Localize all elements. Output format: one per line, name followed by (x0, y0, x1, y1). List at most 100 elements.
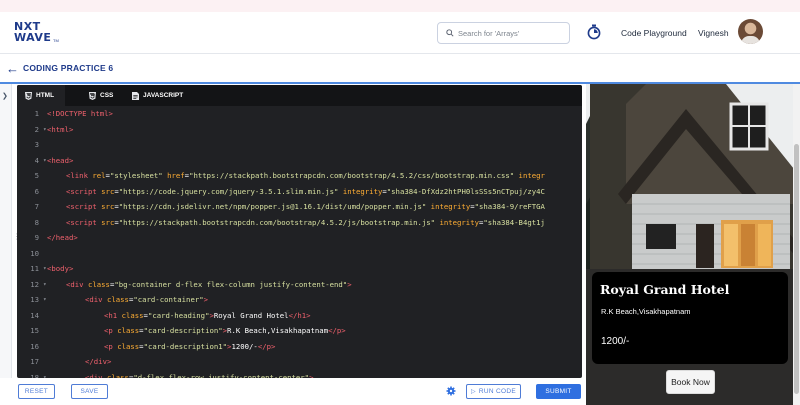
resize-handle-right[interactable]: ⋮ (583, 233, 591, 249)
code-token: "card-description" (143, 326, 223, 335)
reset-button[interactable]: RESET (18, 384, 55, 399)
line-number: 11 (30, 264, 39, 273)
save-button[interactable]: SAVE (71, 384, 108, 399)
code-line[interactable]: 14 <h1 class="card-heading">Royal Grand H… (17, 308, 582, 324)
line-number: 7 (34, 202, 39, 211)
code-area[interactable]: 1 <!DOCTYPE html> 2 ▾ <html> 3 4 ▾ <head> 5 <link … (17, 106, 582, 378)
code-token: > (203, 295, 209, 304)
code-line[interactable]: 16 <p class="card-description1">1200/-</p… (17, 339, 582, 355)
code-token: 1200/- (231, 341, 258, 351)
code-line[interactable]: 1 <!DOCTYPE html> (17, 106, 582, 122)
code-line[interactable]: 6 <script src="https://code.jquery.com/jq… (17, 184, 582, 200)
card-description: R.K Beach,Visakhapatnam (601, 307, 691, 316)
code-line[interactable]: 7 <script src="https://cdn.jsdelivr.net/n… (17, 199, 582, 215)
line-number: 13 (30, 295, 39, 304)
code-line[interactable]: 9 </head> (17, 230, 582, 246)
preview-scrollbar[interactable] (793, 84, 800, 405)
chevron-right-icon[interactable]: ❯ (2, 92, 8, 100)
line-number: 9 (34, 233, 39, 242)
avatar[interactable] (738, 19, 763, 44)
search-icon (446, 29, 454, 37)
tab-html[interactable]: HTML (17, 85, 65, 106)
code-token: href (167, 171, 185, 180)
logo-line2: WAVE (14, 31, 52, 44)
code-line[interactable]: 13 ▾ <div class="card-container"> (17, 292, 582, 308)
code-line[interactable]: 5 <link rel="stylesheet" href="https://st… (17, 168, 582, 184)
code-text: <p class="card-description1">1200/-</p> (104, 339, 275, 355)
code-token: <div (85, 295, 107, 304)
code-line[interactable]: 17 </div> (17, 354, 582, 370)
run-code-button[interactable]: ▷ RUN CODE (466, 384, 521, 399)
code-token: rel (92, 171, 106, 180)
book-now-button[interactable]: Book Now (666, 370, 715, 394)
fold-toggle-icon[interactable]: ▾ (43, 292, 47, 308)
tab-css[interactable]: CSS (81, 85, 121, 106)
code-text: <!DOCTYPE html> (47, 106, 113, 122)
line-number: 10 (30, 248, 39, 258)
line-number: 6 (34, 186, 39, 196)
code-token: <script (66, 217, 102, 227)
resize-handle-left[interactable]: ⋮ (13, 233, 21, 249)
code-token: </p> (328, 326, 346, 335)
javascript-file-icon (132, 91, 139, 100)
code-token: src (101, 202, 115, 211)
code-token: </div> (85, 357, 112, 366)
code-line[interactable]: 2 ▾ <html> (17, 122, 582, 138)
code-token: class (87, 279, 110, 289)
code-text: <div class="bg-container d-flex flex-col… (66, 277, 352, 293)
line-number: 16 (30, 341, 39, 351)
tab-html-label: HTML (36, 92, 55, 99)
code-token: class (117, 341, 140, 351)
code-text: <script src="https://code.jquery.com/jqu… (66, 184, 545, 200)
line-number: 17 (30, 357, 39, 366)
code-text: <p class="card-description">R.K Beach,Vi… (104, 323, 346, 339)
line-number: 1 (34, 109, 39, 118)
code-token: "sha384-DfXdz2htPH0lsSSs5nCTpuj/zy4C (386, 186, 545, 196)
preview-scrollbar-thumb[interactable] (794, 144, 799, 394)
search-box[interactable] (437, 22, 570, 44)
code-text: <script src="https://stackpath.bootstrap… (66, 215, 545, 231)
code-token: "sha384-B4gt1j (483, 217, 545, 227)
code-token: <script (66, 202, 102, 211)
code-line[interactable]: 15 <p class="card-description">R.K Beach,… (17, 323, 582, 339)
code-line[interactable]: 3 (17, 137, 582, 153)
code-token: Royal Grand Hotel (213, 310, 289, 320)
fold-toggle-icon[interactable]: ▾ (43, 370, 47, 379)
code-line[interactable]: 4 ▾ <head> (17, 153, 582, 169)
back-arrow-icon[interactable]: ← (6, 62, 19, 75)
code-line[interactable]: 10 (17, 246, 582, 262)
stopwatch-icon[interactable] (587, 24, 601, 40)
fold-toggle-icon[interactable]: ▾ (43, 277, 47, 293)
code-token: <!DOCTYPE html> (47, 109, 113, 118)
code-token: "bg-container d-flex flex-column justify… (114, 279, 348, 289)
top-navbar: NXT WAVE TM Code Playground Vignesh (0, 12, 800, 54)
code-token: <head> (47, 155, 74, 165)
run-code-label: RUN CODE (478, 388, 516, 395)
code-token: class (106, 295, 129, 304)
code-token: "sha384-9/reFTGA (474, 202, 545, 211)
tab-javascript[interactable]: JAVASCRIPT (124, 85, 188, 106)
code-playground-link[interactable]: Code Playground (621, 28, 687, 38)
play-icon: ▷ (471, 389, 476, 395)
code-text: <script src="https://cdn.jsdelivr.net/np… (66, 199, 545, 215)
card-heading: Royal Grand Hotel (600, 282, 730, 297)
line-number: 18 (30, 372, 39, 379)
line-number: 12 (30, 279, 39, 289)
user-name[interactable]: Vignesh (698, 28, 729, 38)
code-line[interactable]: 11 ▾ <body> (17, 261, 582, 277)
settings-gear-icon[interactable] (446, 386, 456, 396)
submit-button[interactable]: SUBMIT (536, 384, 581, 399)
code-token: src (101, 186, 115, 196)
editor-action-bar: RESET SAVE ▷ RUN CODE SUBMIT (0, 378, 586, 405)
code-token: "card-container" (133, 295, 204, 304)
breadcrumb: ← CODING PRACTICE 6 (0, 55, 800, 82)
code-editor: HTML CSS JAVASCRIPT 1 <!DOCTYPE html> 2 ▾ <h… (17, 85, 582, 378)
code-token: <p (104, 341, 118, 351)
nxtwave-logo[interactable]: NXT WAVE TM (14, 21, 64, 47)
line-number: 4 (34, 155, 39, 165)
code-line[interactable]: 12 ▾ <div class="bg-container d-flex flex-… (17, 277, 582, 293)
collapse-sidebar-strip[interactable]: ❯ (0, 84, 12, 382)
search-input[interactable] (458, 25, 564, 41)
code-line[interactable]: 8 <script src="https://stackpath.bootstra… (17, 215, 582, 231)
code-line[interactable]: 18 ▾ <div class="d-flex flex-row justify-c… (17, 370, 582, 379)
